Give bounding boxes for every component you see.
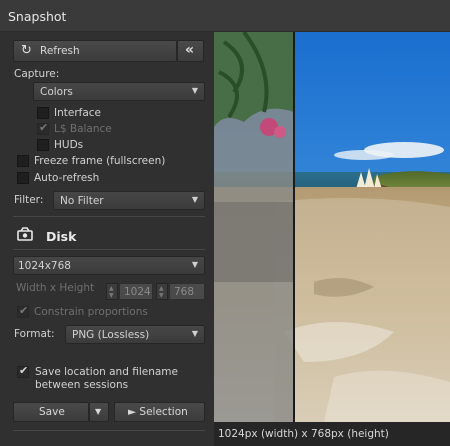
constrain-proportions-checkbox[interactable]: ✔ bbox=[17, 304, 29, 318]
chevron-down-icon: ▼ bbox=[191, 86, 198, 95]
save-location-checkbox[interactable]: ✔ bbox=[17, 364, 29, 378]
save-location-label-line1: Save location and filename bbox=[35, 366, 178, 378]
checkmark-icon: ✔ bbox=[19, 364, 29, 377]
format-dropdown[interactable]: PNG (Lossless) ▼ bbox=[65, 325, 205, 344]
spinner-arrows-icon: ▲ bbox=[159, 285, 164, 292]
save-button[interactable]: Save bbox=[13, 402, 89, 422]
window-titlebar[interactable]: Snapshot bbox=[0, 0, 450, 32]
spinner-arrows-icon: ▲ bbox=[109, 285, 114, 292]
freeze-frame-checkbox[interactable] bbox=[17, 155, 29, 167]
disk-icon bbox=[17, 227, 33, 241]
capture-type-value: Colors bbox=[40, 86, 73, 98]
width-spinner[interactable]: ▲ ▼ bbox=[106, 283, 118, 300]
resolution-dropdown[interactable]: 1024x768 ▼ bbox=[13, 256, 205, 275]
auto-refresh-checkbox[interactable] bbox=[17, 172, 29, 184]
width-input[interactable]: 1024 bbox=[119, 283, 153, 300]
width-value: 1024 bbox=[124, 286, 151, 298]
filter-dropdown[interactable]: No Filter ▼ bbox=[53, 191, 205, 210]
filter-label: Filter: bbox=[14, 194, 44, 206]
window-title: Snapshot bbox=[8, 9, 67, 24]
section-divider bbox=[13, 216, 205, 217]
balance-label: L$ Balance bbox=[54, 123, 112, 135]
chevron-down-icon: ▼ bbox=[191, 260, 198, 269]
constrain-proportions-label: Constrain proportions bbox=[34, 306, 148, 318]
spinner-arrows-icon: ▼ bbox=[159, 292, 164, 299]
huds-checkbox[interactable] bbox=[37, 139, 49, 151]
refresh-icon: ↻ bbox=[21, 43, 32, 58]
save-button-label: Save bbox=[39, 406, 65, 418]
huds-label: HUDs bbox=[54, 139, 84, 151]
status-text: 1024px (width) x 768px (height) bbox=[218, 428, 389, 440]
chevron-down-icon: ▼ bbox=[191, 329, 198, 338]
auto-refresh-label: Auto-refresh bbox=[34, 172, 100, 184]
capture-label: Capture: bbox=[14, 68, 60, 80]
height-value: 768 bbox=[174, 286, 195, 298]
selection-button[interactable]: ► Selection bbox=[114, 402, 205, 422]
height-spinner[interactable]: ▲ ▼ bbox=[156, 283, 168, 300]
height-input[interactable]: 768 bbox=[169, 283, 205, 300]
format-value: PNG (Lossless) bbox=[72, 329, 150, 341]
chevron-down-icon: ▼ bbox=[191, 195, 198, 204]
section-divider bbox=[13, 249, 205, 250]
refresh-button[interactable]: ↻ Refresh bbox=[13, 40, 177, 62]
checkmark-icon: ✔ bbox=[19, 304, 29, 317]
save-location-label-line2: between sessions bbox=[35, 379, 129, 391]
resolution-value: 1024x768 bbox=[18, 260, 71, 272]
size-label: Width x Height bbox=[16, 282, 95, 294]
selection-button-label: ► Selection bbox=[128, 406, 188, 418]
balance-checkbox[interactable]: ✔ bbox=[37, 121, 49, 135]
chevron-down-icon: ▼ bbox=[95, 407, 102, 416]
section-divider bbox=[13, 430, 205, 431]
collapse-icon: « bbox=[185, 42, 195, 58]
snapshot-options-panel: ↻ Refresh « Capture: Colors ▼ Interface … bbox=[0, 32, 214, 446]
interface-checkbox[interactable] bbox=[37, 107, 49, 119]
disk-section-title: Disk bbox=[46, 229, 77, 244]
status-bar: 1024px (width) x 768px (height) bbox=[214, 422, 450, 446]
spinner-arrows-icon: ▼ bbox=[109, 292, 114, 299]
collapse-panel-button[interactable]: « bbox=[177, 40, 204, 62]
capture-type-dropdown[interactable]: Colors ▼ bbox=[33, 82, 205, 101]
interface-label: Interface bbox=[54, 107, 102, 119]
snapshot-preview[interactable] bbox=[214, 32, 450, 422]
save-options-button[interactable]: ▼ bbox=[89, 402, 109, 422]
checkmark-icon: ✔ bbox=[39, 121, 49, 134]
filter-value: No Filter bbox=[60, 195, 104, 207]
refresh-label: Refresh bbox=[40, 45, 80, 57]
format-label: Format: bbox=[14, 328, 55, 340]
freeze-frame-label: Freeze frame (fullscreen) bbox=[34, 155, 166, 167]
